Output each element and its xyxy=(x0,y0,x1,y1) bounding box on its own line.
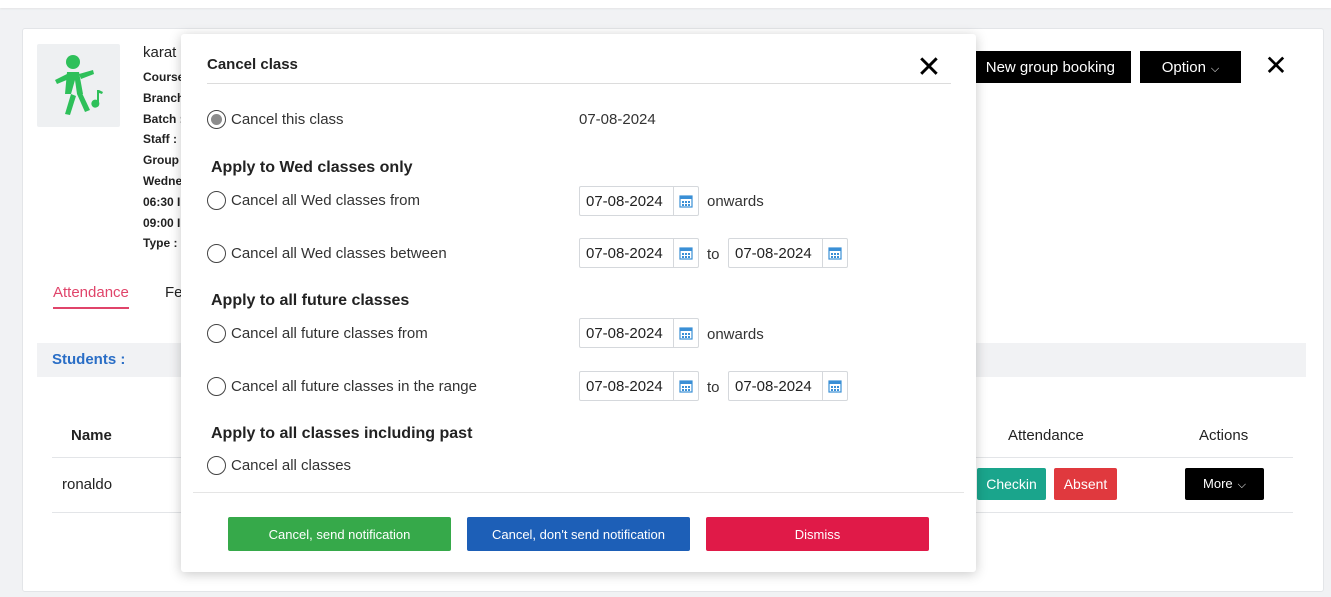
class-date: 07-08-2024 xyxy=(579,111,656,128)
chevron-down-icon: ⌵ xyxy=(1210,62,1220,75)
date-value: 07-08-2024 xyxy=(586,325,663,342)
option-label: Cancel all Wed classes between xyxy=(231,245,447,262)
cancel-send-notification-button[interactable]: Cancel, send notification xyxy=(228,517,451,551)
new-group-booking-button[interactable]: New group booking xyxy=(975,51,1131,83)
class-avatar xyxy=(37,44,120,127)
tab-fees[interactable]: Fe xyxy=(165,284,183,301)
date-value: 07-08-2024 xyxy=(735,245,812,262)
info-group: Group xyxy=(143,153,179,168)
class-title: karat xyxy=(143,44,177,61)
radio-button[interactable] xyxy=(207,377,226,396)
option-label: Cancel this class xyxy=(231,111,344,128)
calendar-icon[interactable] xyxy=(828,246,842,260)
future-range-from-date-input[interactable]: 07-08-2024 xyxy=(579,371,699,401)
dancing-figure-icon xyxy=(55,55,103,115)
close-icon[interactable]: ✕ xyxy=(1262,52,1290,80)
column-header-name: Name xyxy=(71,427,112,444)
cancel-class-modal: Cancel class ✕ Cancel this class 07-08-2… xyxy=(181,34,976,572)
class-info: karat Course Branch Batch : Staff : Grou… xyxy=(143,44,184,254)
radio-button[interactable] xyxy=(207,244,226,263)
calendar-icon[interactable] xyxy=(828,379,842,393)
date-value: 07-08-2024 xyxy=(586,245,663,262)
date-value: 07-08-2024 xyxy=(586,193,663,210)
option-cancel-wed-between[interactable]: Cancel all Wed classes between xyxy=(207,244,447,263)
option-label: Cancel all classes xyxy=(231,457,352,474)
radio-button[interactable] xyxy=(207,110,226,129)
info-course: Course xyxy=(143,70,185,84)
tabs: Attendance Fe xyxy=(53,284,183,309)
calendar-icon[interactable] xyxy=(679,246,693,260)
wed-between-from-date-input[interactable]: 07-08-2024 xyxy=(579,238,699,268)
option-label: Cancel all Wed classes from xyxy=(231,192,420,209)
info-type: Type : xyxy=(143,236,178,251)
date-value: 07-08-2024 xyxy=(586,378,663,395)
more-button[interactable]: More ⌵ xyxy=(1185,468,1264,500)
calendar-icon[interactable] xyxy=(679,326,693,340)
info-start-time: 06:30 I xyxy=(143,194,181,209)
option-cancel-all-classes[interactable]: Cancel all classes xyxy=(207,456,351,475)
students-label: Students : xyxy=(52,351,126,368)
option-label: Option xyxy=(1161,58,1206,76)
section-future-classes: Apply to all future classes xyxy=(211,292,410,309)
info-end-time: 09:00 I xyxy=(143,215,181,230)
option-cancel-future-range[interactable]: Cancel all future classes in the range xyxy=(207,377,477,396)
calendar-icon[interactable] xyxy=(679,194,693,208)
info-staff: Staff : xyxy=(143,132,177,147)
option-label: Cancel all future classes in the range xyxy=(231,378,477,395)
section-wed-classes: Apply to Wed classes only xyxy=(211,159,413,176)
more-label: More xyxy=(1203,476,1233,491)
info-day: Wedne xyxy=(143,173,183,188)
option-button[interactable]: Option ⌵ xyxy=(1140,51,1241,83)
to-label: to xyxy=(707,246,720,263)
info-batch: Batch : xyxy=(143,111,184,126)
onwards-label: onwards xyxy=(707,193,764,210)
date-value: 07-08-2024 xyxy=(735,378,812,395)
absent-button[interactable]: Absent xyxy=(1054,468,1117,500)
calendar-icon[interactable] xyxy=(679,379,693,393)
student-name: ronaldo xyxy=(62,476,113,493)
info-branch: Branch xyxy=(143,90,185,105)
radio-button[interactable] xyxy=(207,191,226,210)
modal-footer-divider xyxy=(193,492,964,493)
column-header-attendance: Attendance xyxy=(1008,427,1084,444)
future-range-to-date-input[interactable]: 07-08-2024 xyxy=(728,371,848,401)
option-cancel-wed-from[interactable]: Cancel all Wed classes from xyxy=(207,191,420,210)
dismiss-button[interactable]: Dismiss xyxy=(706,517,929,551)
radio-button[interactable] xyxy=(207,324,226,343)
option-cancel-this-class[interactable]: Cancel this class xyxy=(207,110,344,129)
section-all-classes: Apply to all classes including past xyxy=(211,425,473,442)
option-cancel-future-from[interactable]: Cancel all future classes from xyxy=(207,324,428,343)
chevron-down-icon: ⌵ xyxy=(1237,479,1246,491)
close-icon[interactable]: ✕ xyxy=(916,53,942,83)
modal-title: Cancel class xyxy=(207,56,298,73)
to-label: to xyxy=(707,379,720,396)
wed-between-to-date-input[interactable]: 07-08-2024 xyxy=(728,238,848,268)
radio-button[interactable] xyxy=(207,456,226,475)
tab-attendance[interactable]: Attendance xyxy=(53,284,129,309)
modal-divider xyxy=(207,83,951,84)
option-label: Cancel all future classes from xyxy=(231,325,428,342)
column-header-actions: Actions xyxy=(1199,427,1249,444)
checkin-button[interactable]: Checkin xyxy=(977,468,1046,500)
onwards-label: onwards xyxy=(707,326,764,343)
future-from-date-input[interactable]: 07-08-2024 xyxy=(579,318,699,348)
wed-from-date-input[interactable]: 07-08-2024 xyxy=(579,186,699,216)
top-bar xyxy=(0,0,1331,8)
cancel-no-notification-button[interactable]: Cancel, don't send notification xyxy=(467,517,690,551)
